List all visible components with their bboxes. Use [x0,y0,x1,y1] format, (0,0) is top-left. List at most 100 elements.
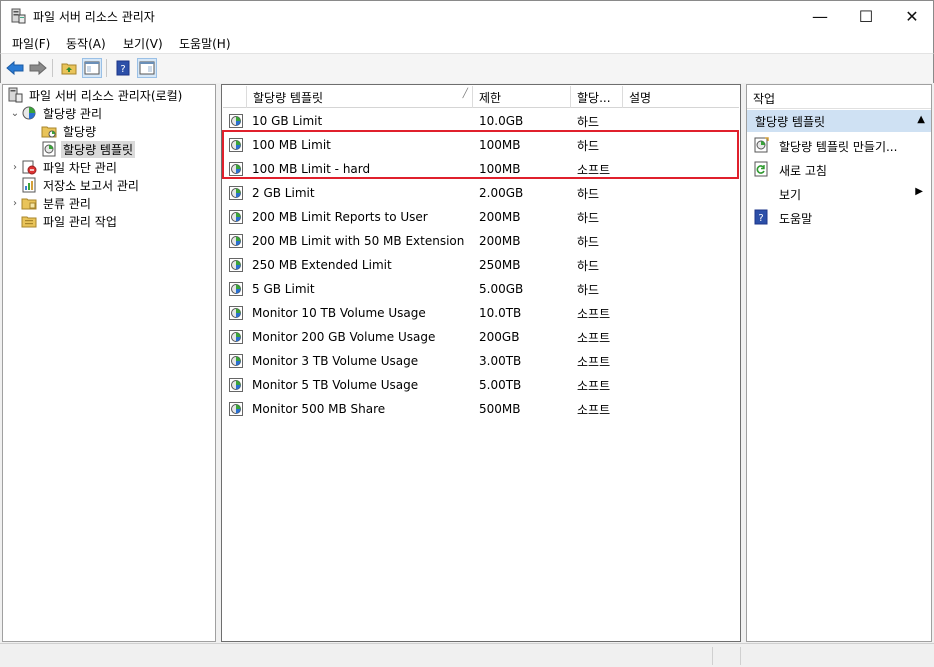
tree-item-classification[interactable]: › 분류 관리 [9,194,93,212]
menu-view[interactable]: 보기(V) [123,35,163,52]
refresh-icon [753,161,769,177]
quota-template-icon [228,353,244,369]
table-row[interactable]: 100 MB Limit - hard 100MB 소프트 [223,157,739,181]
tree-item-quota[interactable]: 할당량 [41,122,98,140]
maximize-button[interactable]: ☐ [843,1,889,32]
chevron-down-icon[interactable]: ⌄ [9,108,21,119]
table-row[interactable]: 2 GB Limit 2.00GB 하드 [223,181,739,205]
table-row[interactable]: 250 MB Extended Limit 250MB 하드 [223,253,739,277]
action-label: 보기 [779,188,802,202]
tree-item-quota-templates[interactable]: 할당량 템플릿 [41,140,136,158]
cell-template-name: Monitor 200 GB Volume Usage [252,330,436,344]
sort-indicator-icon: ╱ [462,89,468,99]
menu-bar: 파일(F) 동작(A) 보기(V) 도움말(H) [0,31,934,53]
svg-text:?: ? [120,64,125,75]
cell-quota-type: 하드 [577,258,600,273]
menu-help[interactable]: 도움말(H) [179,35,231,52]
action-create-template[interactable]: 할당량 템플릿 만들기... [747,134,931,156]
cell-quota-type: 소프트 [577,402,611,417]
quota-template-icon [228,377,244,393]
tree-item-label: 할당량 [63,124,97,139]
column-header-description[interactable]: 설명 [623,86,739,108]
tree-item-label: 할당량 관리 [43,106,103,121]
table-row[interactable]: Monitor 500 MB Share 500MB 소프트 [223,397,739,421]
toolbar: ? [0,53,934,83]
column-header-label: 할당량 템플릿 [253,90,324,105]
server-icon [10,8,26,24]
cell-quota-type: 소프트 [577,330,611,345]
tree-item-storage-reports[interactable]: 저장소 보고서 관리 [21,176,141,194]
chevron-right-icon[interactable]: › [9,198,21,209]
cell-template-name: 100 MB Limit - hard [252,162,371,176]
table-row[interactable]: 200 MB Limit Reports to User 200MB 하드 [223,205,739,229]
column-header-type[interactable]: 할당... [571,86,623,108]
tree-item-file-screening[interactable]: › 파일 차단 관리 [9,158,119,176]
help-icon[interactable]: ? [113,58,133,78]
cell-quota-type: 소프트 [577,162,611,177]
tree-item-file-management-tasks[interactable]: 파일 관리 작업 [21,212,119,230]
cell-limit: 200MB [479,234,521,248]
list-header: 할당량 템플릿 ╱ 제한 할당... 설명 [223,86,739,108]
svg-text:?: ? [758,213,763,224]
quota-template-icon [228,185,244,201]
table-row[interactable]: 10 GB Limit 10.0GB 하드 [223,109,739,133]
action-pane-icon[interactable] [137,58,157,78]
column-header-template[interactable]: 할당량 템플릿 ╱ [247,86,473,108]
cell-template-name: Monitor 500 MB Share [252,402,386,416]
create-template-icon [753,137,769,153]
table-row[interactable]: Monitor 5 TB Volume Usage 5.00TB 소프트 [223,373,739,397]
tree-item-root[interactable]: 파일 서버 리소스 관리자(로컬) [5,86,184,104]
cell-quota-type: 소프트 [577,378,611,393]
menu-action[interactable]: 동작(A) [66,35,106,52]
status-bar [0,643,934,667]
table-row[interactable]: Monitor 3 TB Volume Usage 3.00TB 소프트 [223,349,739,373]
tree-item-label: 분류 관리 [43,196,91,211]
table-row[interactable]: 5 GB Limit 5.00GB 하드 [223,277,739,301]
action-label: 새로 고침 [779,164,827,178]
file-screen-icon [21,159,37,175]
table-row[interactable]: Monitor 200 GB Volume Usage 200GB 소프트 [223,325,739,349]
cell-limit: 200MB [479,210,521,224]
collapse-arrow-icon[interactable]: ▲ [917,114,925,125]
up-folder-icon[interactable] [59,58,79,78]
storage-report-icon [21,177,37,193]
action-label: 할당량 템플릿 만들기... [779,140,898,154]
tree-item-quota-management[interactable]: ⌄ 할당량 관리 [9,104,104,122]
back-arrow-icon[interactable] [5,58,25,78]
minimize-button[interactable]: — [797,1,843,32]
cell-limit: 3.00TB [479,354,522,368]
show-tree-icon[interactable] [82,58,102,78]
submenu-arrow-icon: ▶ [915,186,923,197]
cell-template-name: 200 MB Limit Reports to User [252,210,428,224]
table-row[interactable]: 100 MB Limit 100MB 하드 [223,133,739,157]
action-help[interactable]: ? 도움말 [747,206,931,228]
cell-limit: 10.0GB [479,114,524,128]
cell-template-name: Monitor 3 TB Volume Usage [252,354,419,368]
title-bar: 파일 서버 리소스 관리자 — ☐ ✕ [0,0,934,31]
cell-template-name: Monitor 10 TB Volume Usage [252,306,426,320]
chevron-right-icon[interactable]: › [9,162,21,173]
menu-file[interactable]: 파일(F) [12,35,50,52]
forward-arrow-icon[interactable] [28,58,48,78]
window-title: 파일 서버 리소스 관리자 [33,10,155,24]
classification-icon [21,195,37,211]
close-button[interactable]: ✕ [889,1,934,32]
cell-limit: 500MB [479,402,521,416]
actions-section-quota-templates[interactable]: 할당량 템플릿 ▲ [747,110,931,132]
action-view[interactable]: 보기 ▶ [747,182,931,204]
status-segment [740,647,741,665]
file-task-icon [21,213,37,229]
cell-template-name: 5 GB Limit [252,282,315,296]
cell-limit: 250MB [479,258,521,272]
quota-template-icon [228,257,244,273]
column-header-label: 할당... [577,90,611,105]
action-refresh[interactable]: 새로 고침 [747,158,931,180]
table-row[interactable]: Monitor 10 TB Volume Usage 10.0TB 소프트 [223,301,739,325]
server-icon [7,87,23,103]
column-header-limit[interactable]: 제한 [473,86,571,108]
action-label: 도움말 [779,212,813,226]
cell-template-name: 100 MB Limit [252,138,331,152]
table-row[interactable]: 200 MB Limit with 50 MB Extension 200MB 하드 [223,229,739,253]
column-header-icon[interactable] [223,86,247,108]
cell-quota-type: 하드 [577,210,600,225]
